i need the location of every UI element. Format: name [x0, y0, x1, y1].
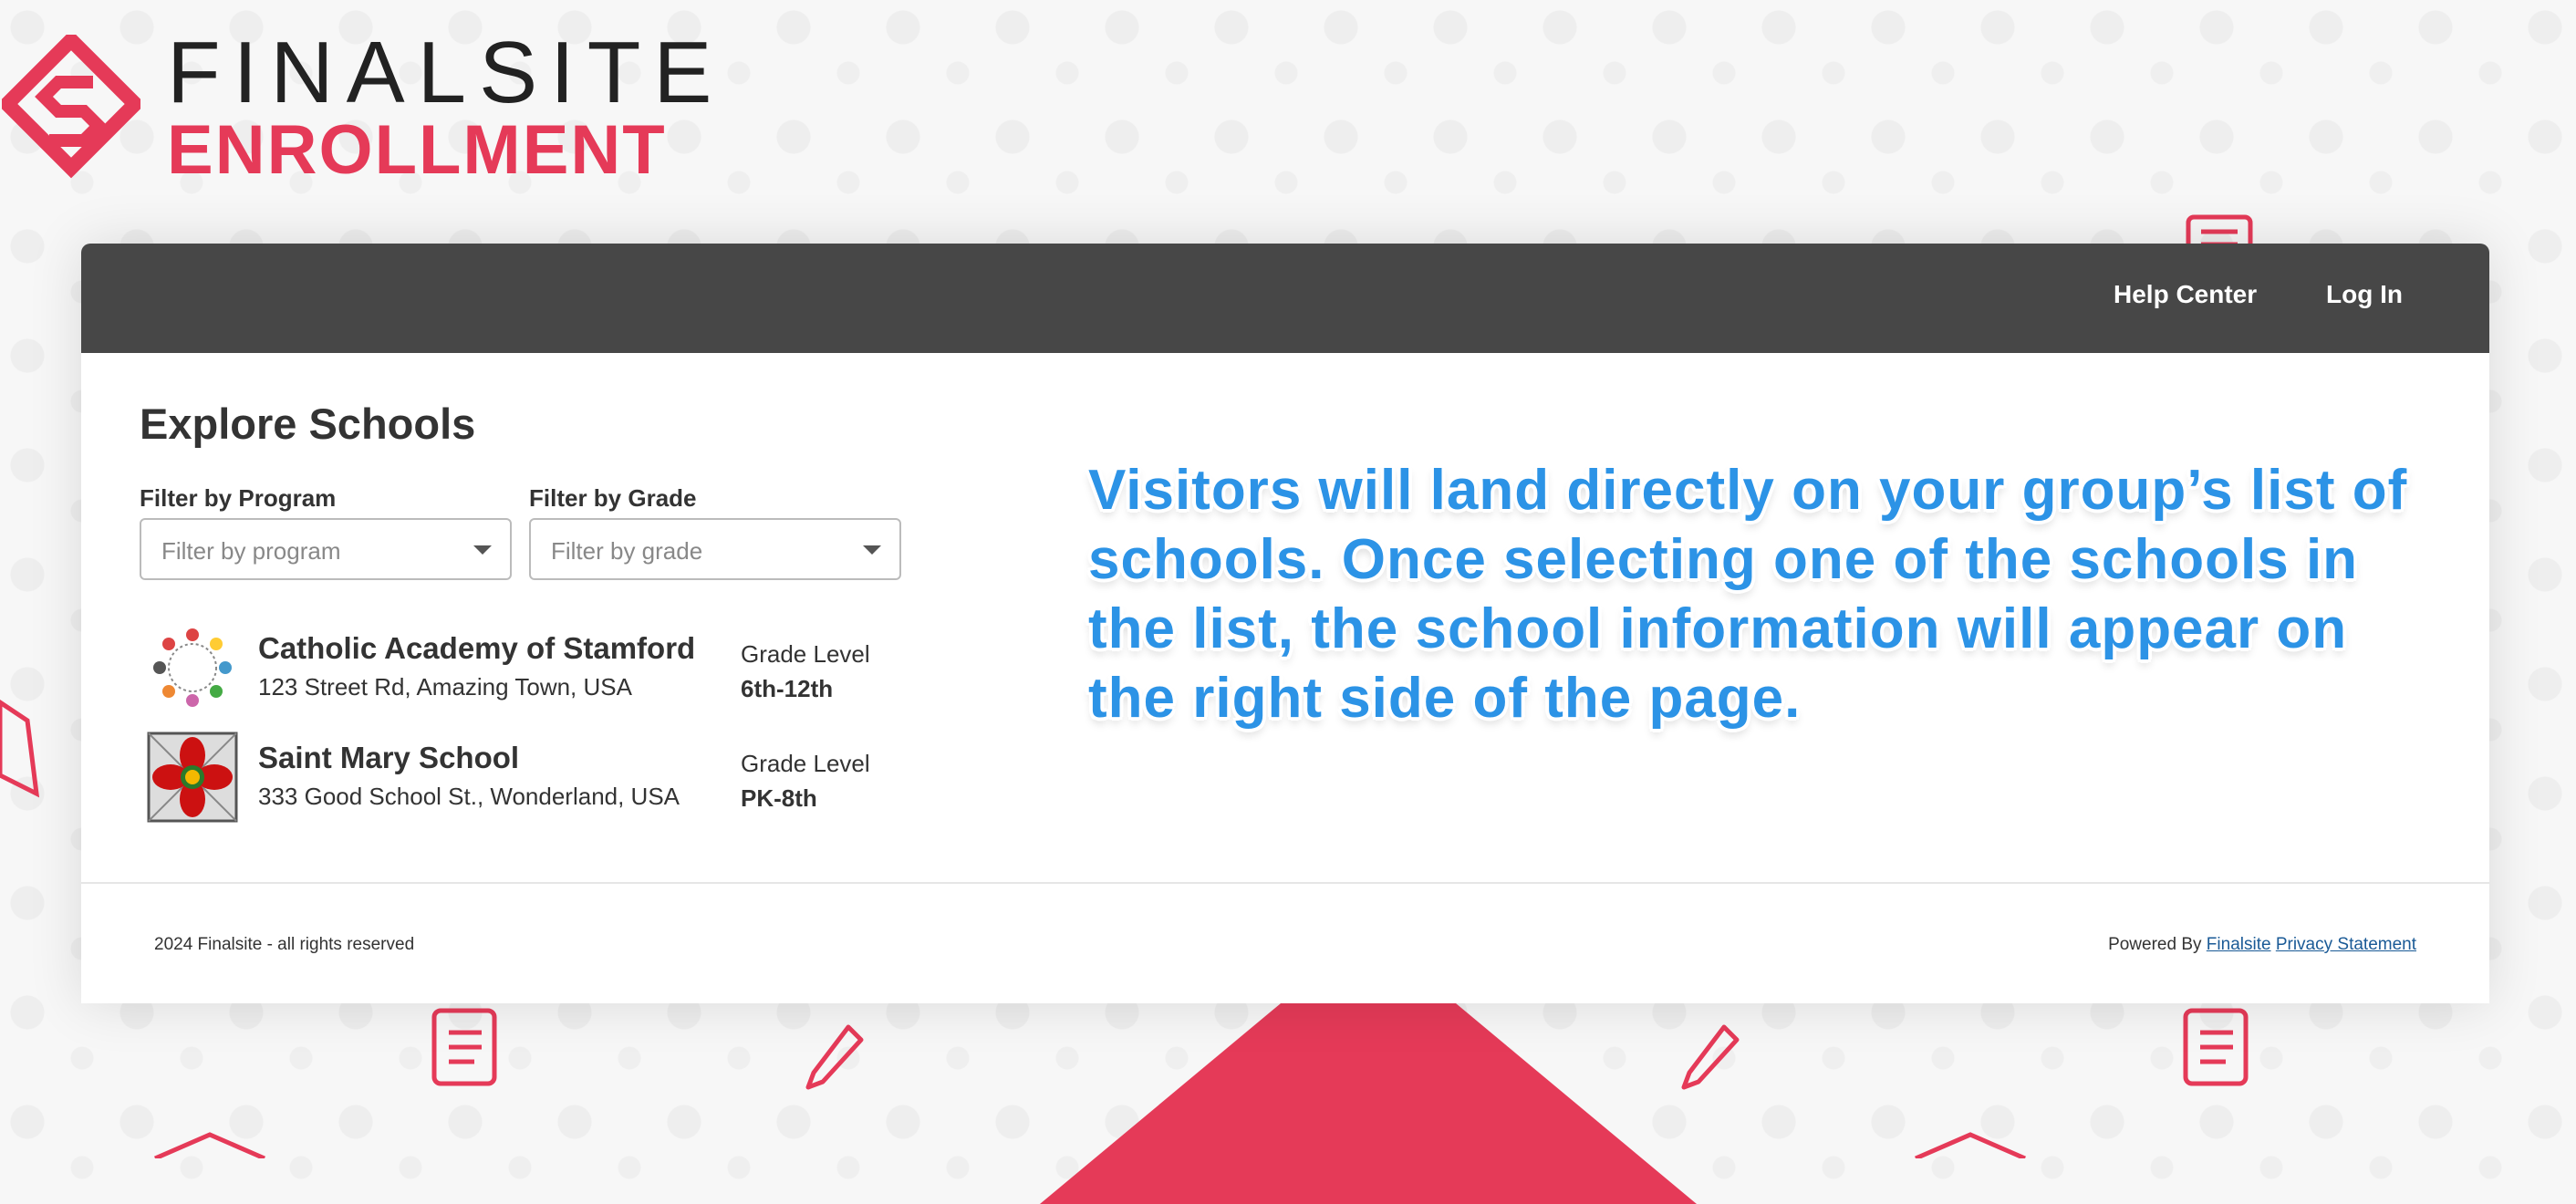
triangle-ruler-icon: [1906, 1131, 2034, 1158]
logo-wordmark-finalsite: FINALSITE: [167, 24, 725, 121]
school-address: 123 Street Rd, Amazing Town, USA: [258, 673, 632, 701]
grade-level-value: PK-8th: [741, 784, 817, 812]
grade-level-label: Grade Level: [741, 640, 870, 668]
notebook-icon: [429, 1003, 502, 1090]
top-navigation-bar: Help Center Log In: [81, 244, 2489, 353]
red-flower-logo-icon: [147, 732, 238, 823]
children-circle-logo-icon: [147, 622, 238, 713]
grade-level-value: 6th-12th: [741, 675, 834, 702]
notebook-icon: [2180, 1003, 2253, 1090]
finalsite-enrollment-logo: FINALSITE ENROLLMENT: [0, 27, 712, 192]
school-list-item[interactable]: Saint Mary School 333 Good School St., W…: [140, 732, 961, 832]
filter-program-placeholder: Filter by program: [161, 537, 341, 565]
finalsite-link[interactable]: Finalsite: [2207, 935, 2271, 954]
page-title: Explore Schools: [140, 400, 476, 448]
filter-grade-placeholder: Filter by grade: [551, 537, 703, 565]
filter-program-label: Filter by Program: [140, 484, 337, 512]
finalsite-logo-icon: [0, 29, 146, 196]
triangle-ruler-icon: [146, 1131, 274, 1158]
school-address: 333 Good School St., Wonderland, USA: [258, 783, 680, 810]
filter-grade-select[interactable]: Filter by grade: [529, 518, 901, 580]
footer-divider: [81, 882, 2489, 884]
powered-by-label: Powered By: [2108, 935, 2202, 954]
filter-program-select[interactable]: Filter by program: [140, 518, 512, 580]
school-name: Saint Mary School: [258, 741, 520, 774]
school-list-item[interactable]: Catholic Academy of Stamford 123 Street …: [140, 622, 961, 722]
privacy-statement-link[interactable]: Privacy Statement: [2276, 935, 2416, 954]
powered-by-text: Powered By Finalsite Privacy Statement: [2108, 935, 2416, 955]
copyright-text: 2024 Finalsite - all rights reserved: [154, 935, 415, 954]
pencil-icon: [1678, 1022, 1742, 1095]
chevron-down-icon: [473, 545, 492, 555]
grade-level-label: Grade Level: [741, 750, 870, 777]
logo-wordmark-enrollment: ENROLLMENT: [167, 111, 667, 189]
filter-grade-label: Filter by Grade: [529, 484, 697, 512]
chevron-down-icon: [863, 545, 881, 555]
pencil-icon: [803, 1022, 867, 1095]
help-center-link[interactable]: Help Center: [2114, 280, 2257, 309]
log-in-link[interactable]: Log In: [2326, 280, 2403, 309]
book-icon: [0, 693, 40, 803]
annotation-callout: Visitors will land directly on your grou…: [1088, 459, 2408, 730]
school-name: Catholic Academy of Stamford: [258, 631, 696, 665]
